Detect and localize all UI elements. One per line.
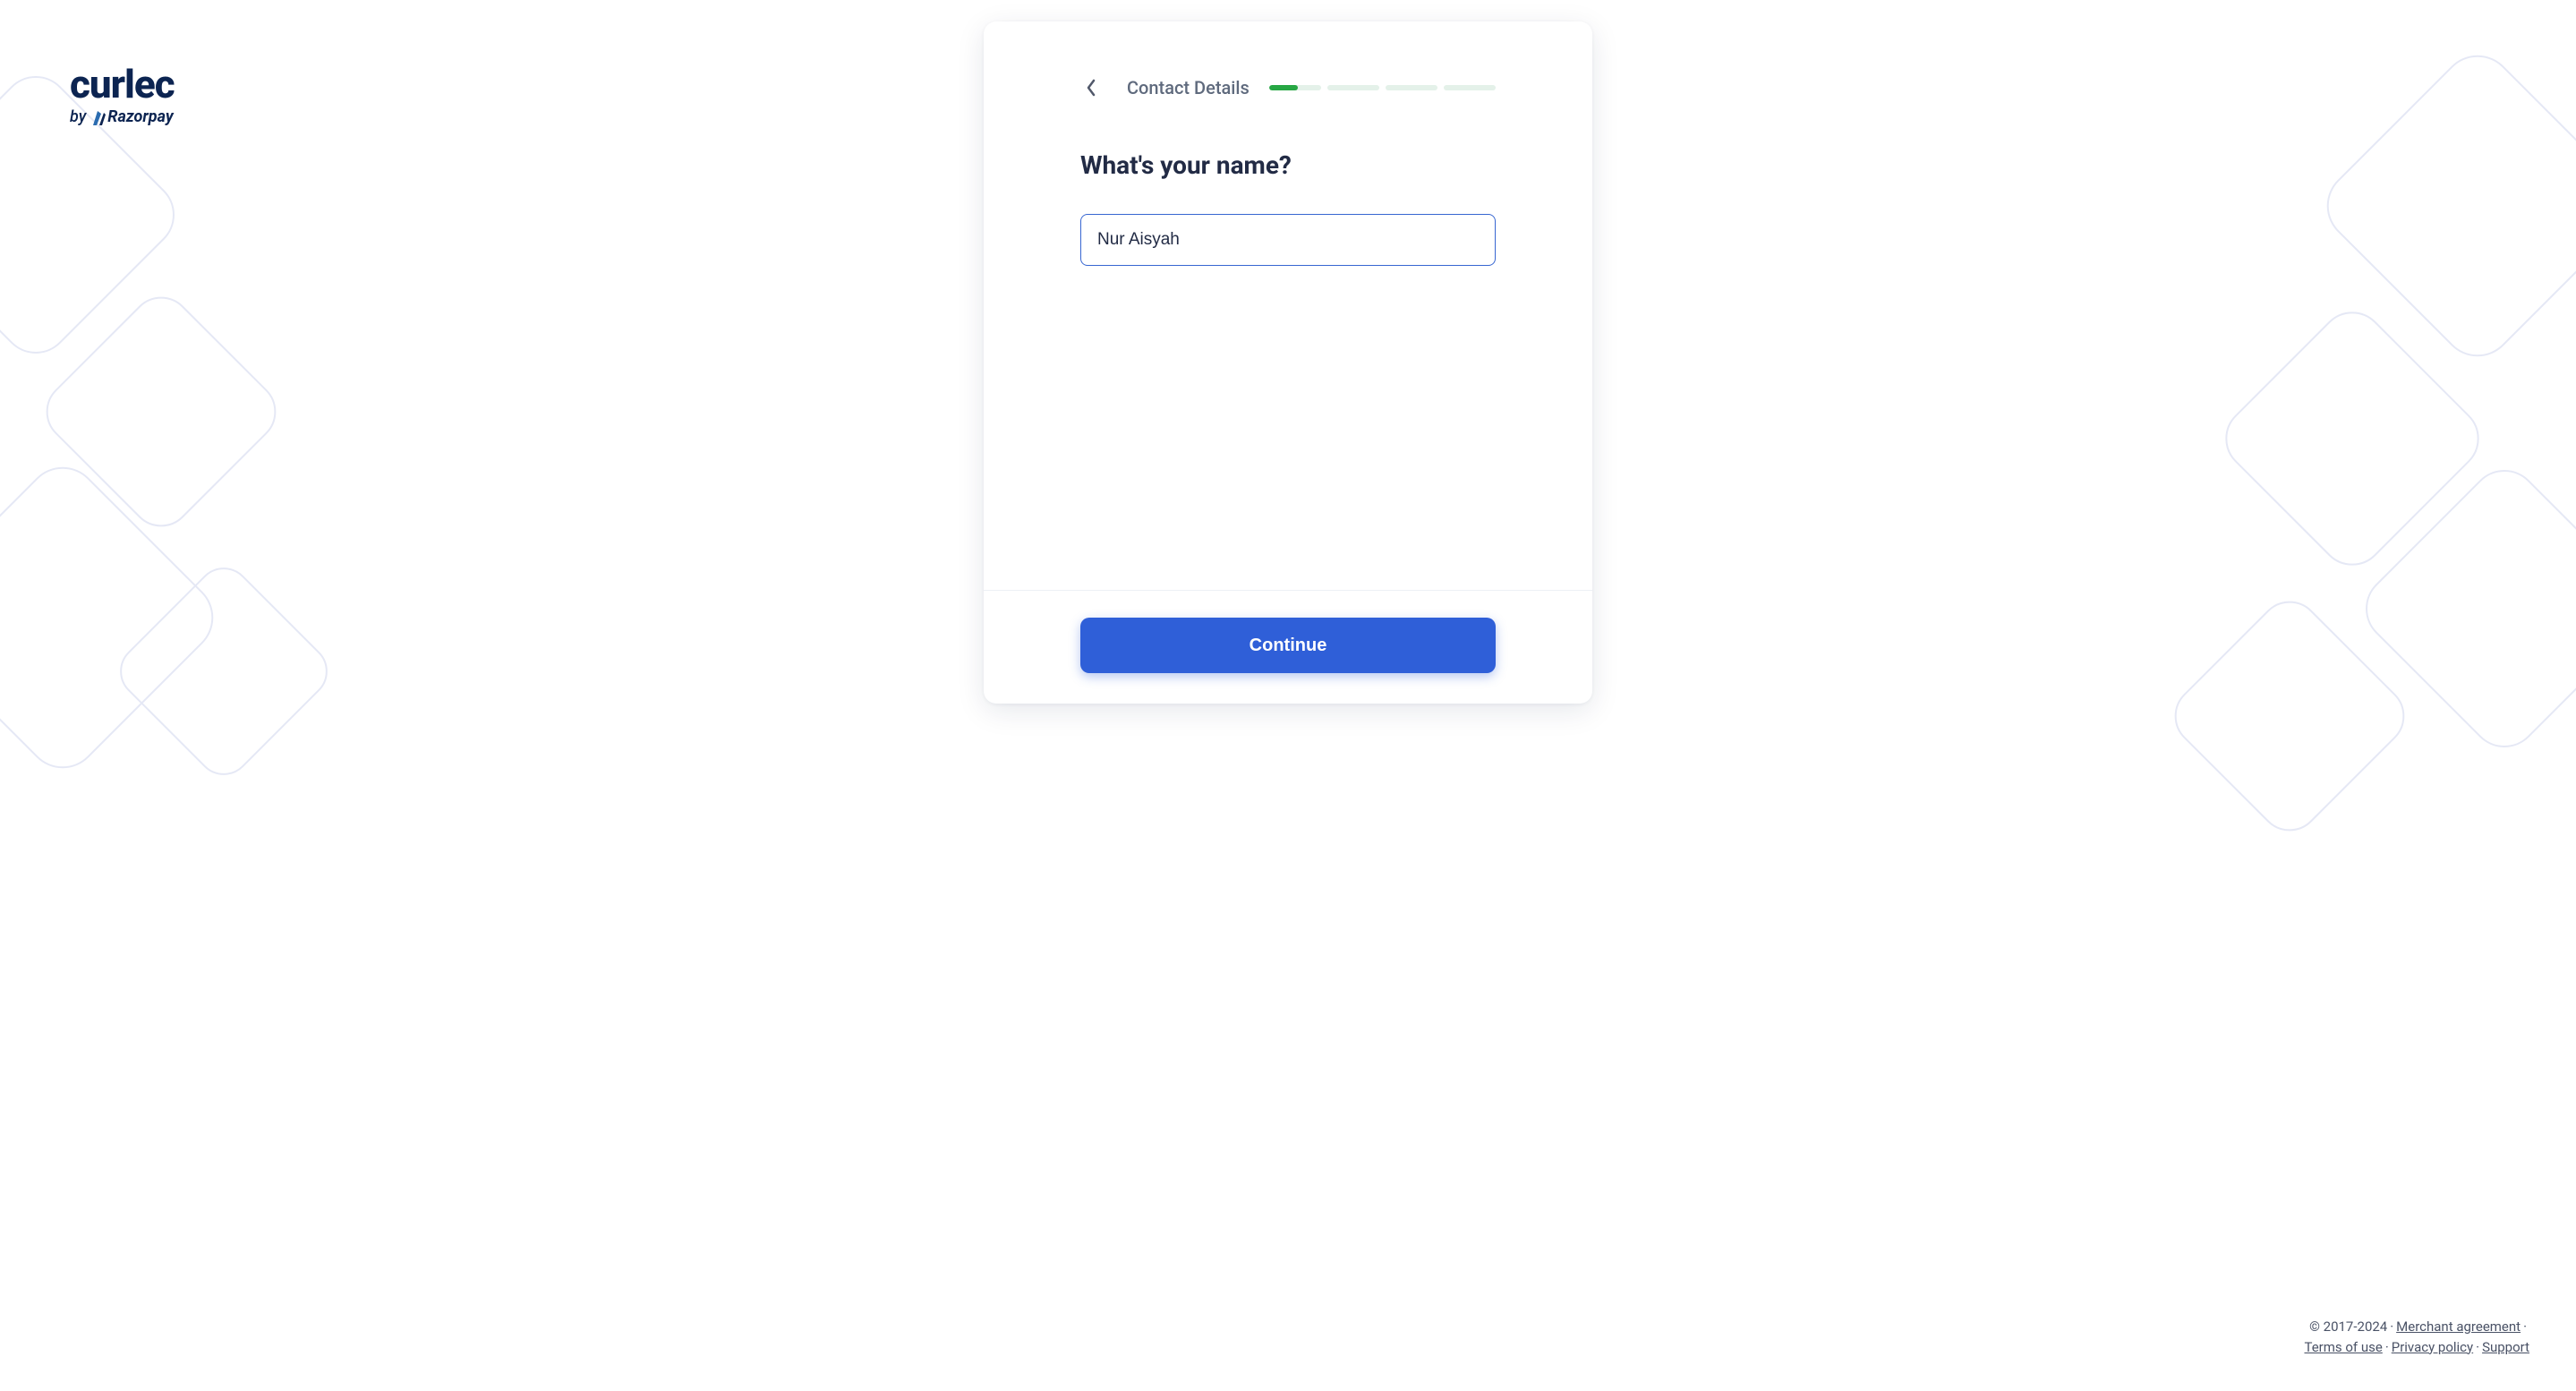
- step-title: Contact Details: [1127, 77, 1250, 98]
- support-link[interactable]: Support: [2482, 1339, 2529, 1355]
- terms-link[interactable]: Terms of use: [2304, 1339, 2382, 1355]
- chevron-left-icon: [1086, 79, 1096, 97]
- privacy-link[interactable]: Privacy policy: [2392, 1339, 2473, 1355]
- continue-button[interactable]: Continue: [1080, 618, 1496, 673]
- logo-razorpay-text: Razorpay: [107, 107, 173, 126]
- background-pattern-left: [0, 0, 430, 1391]
- progress-step-2: [1327, 85, 1379, 90]
- progress-step-4: [1444, 85, 1496, 90]
- logo-curlec-text: curlec: [70, 64, 175, 104]
- progress-step-1: [1269, 85, 1321, 90]
- legal-footer: © 2017-2024·Merchant agreement· Terms of…: [2304, 1317, 2529, 1357]
- brand-logo: curlec by Razorpay: [70, 64, 175, 126]
- merchant-agreement-link[interactable]: Merchant agreement: [2396, 1318, 2521, 1335]
- copyright-text: © 2017-2024: [2309, 1318, 2387, 1335]
- progress-step-3: [1386, 85, 1437, 90]
- onboarding-card: Contact Details What's your name? Contin…: [984, 21, 1592, 704]
- progress-indicator: [1269, 85, 1496, 90]
- back-button[interactable]: [1080, 77, 1102, 98]
- question-heading: What's your name?: [1080, 150, 1496, 180]
- name-input[interactable]: [1080, 214, 1496, 266]
- logo-by-text: by: [70, 107, 86, 126]
- logo-razorpay: Razorpay: [91, 107, 173, 126]
- razorpay-mark-icon: [91, 109, 106, 125]
- background-pattern-right: [2146, 0, 2576, 1391]
